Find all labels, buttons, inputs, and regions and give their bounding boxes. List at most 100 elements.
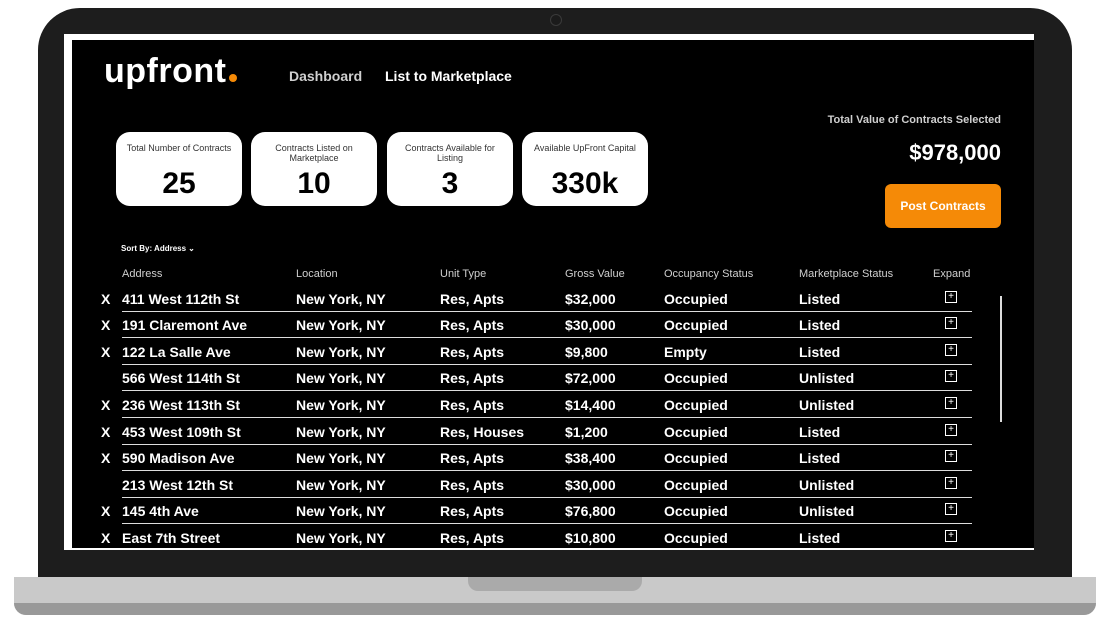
cell-unit-type: Res, Apts [440,370,505,386]
cell-occupancy: Occupied [664,424,728,440]
cell-occupancy: Occupied [664,477,728,493]
cell-marketplace: Listed [799,530,841,546]
cell-location: New York, NY [296,503,386,519]
nav-dashboard[interactable]: Dashboard [289,68,362,84]
cell-gross-value: $38,400 [565,450,616,466]
cell-gross-value: $10,800 [565,530,616,546]
expand-icon[interactable]: + [945,424,957,436]
remove-selection-button[interactable]: X [101,424,110,440]
table-row[interactable]: 566 West 114th St New York, NY Res, Apts… [122,364,972,391]
cell-marketplace: Listed [799,317,841,333]
cell-unit-type: Res, Apts [440,291,505,307]
stat-card-available-capital: Available UpFront Capital 330k [522,132,648,206]
expand-icon[interactable]: + [945,397,957,409]
table-row[interactable]: X 590 Madison Ave New York, NY Res, Apts… [101,444,972,471]
cell-marketplace: Unlisted [799,397,855,413]
nav-list-to-marketplace[interactable]: List to Marketplace [385,68,512,84]
remove-selection-button[interactable]: X [101,503,110,519]
cell-unit-type: Res, Apts [440,450,505,466]
cell-location: New York, NY [296,370,386,386]
cell-gross-value: $76,800 [565,503,616,519]
cell-occupancy: Occupied [664,291,728,307]
expand-icon[interactable]: + [945,370,957,382]
cell-unit-type: Res, Apts [440,477,505,493]
cell-unit-type: Res, Apts [440,344,505,360]
stat-label: Contracts Listed on Marketplace [275,143,353,163]
cell-marketplace: Listed [799,291,841,307]
header-occupancy-status[interactable]: Occupancy Status [664,268,753,280]
remove-selection-button[interactable]: X [101,530,110,546]
stat-label: Available UpFront Capital [534,143,636,153]
upfront-logo[interactable]: upfront [104,52,238,91]
stat-value: 10 [297,167,331,200]
cell-address: 122 La Salle Ave [122,344,231,360]
cell-address: 566 West 114th St [122,370,241,386]
cell-address: 590 Madison Ave [122,450,235,466]
table-row[interactable]: X East 7th Street New York, NY Res, Apts… [101,524,972,548]
total-value-amount: $978,000 [909,140,1001,165]
logo-dot-icon [229,74,238,82]
header-gross-value[interactable]: Gross Value [565,268,625,280]
remove-selection-button[interactable]: X [101,344,110,360]
expand-icon[interactable]: + [945,291,957,303]
cell-occupancy: Occupied [664,317,728,333]
stat-value: 330k [551,167,619,200]
remove-selection-button[interactable]: X [101,317,110,333]
cell-marketplace: Unlisted [799,370,855,386]
stat-card-available-contracts: Contracts Available for Listing 3 [387,132,513,206]
header-address[interactable]: Address [122,268,162,280]
expand-icon[interactable]: + [945,530,957,542]
cell-location: New York, NY [296,397,386,413]
cell-unit-type: Res, Apts [440,530,505,546]
stat-label: Total Number of Contracts [126,143,232,153]
cell-occupancy: Occupied [664,397,728,413]
expand-icon[interactable]: + [945,317,957,329]
cell-gross-value: $9,800 [565,344,608,360]
cell-location: New York, NY [296,424,386,440]
cell-gross-value: $72,000 [565,370,616,386]
header-location[interactable]: Location [296,268,338,280]
stat-label: Contracts Available for Listing [405,143,495,163]
cell-address: 213 West 12th St [122,477,234,493]
cell-location: New York, NY [296,317,386,333]
expand-icon[interactable]: + [945,477,957,489]
cell-marketplace: Listed [799,344,841,360]
table-row[interactable]: X 122 La Salle Ave New York, NY Res, Apt… [101,338,972,365]
table-row[interactable]: X 411 West 112th St New York, NY Res, Ap… [101,285,972,312]
sort-dropdown[interactable]: Sort By: Address ⌄ [121,244,195,253]
total-value-label: Total Value of Contracts Selected [827,114,1001,126]
cell-marketplace: Listed [799,424,841,440]
sort-label: Sort By: Address [121,244,187,253]
cell-address: 145 4th Ave [122,503,199,519]
table-row[interactable]: X 145 4th Ave New York, NY Res, Apts $76… [101,497,972,524]
expand-icon[interactable]: + [945,450,957,462]
cell-location: New York, NY [296,477,386,493]
header-unit-type[interactable]: Unit Type [440,268,486,280]
cell-location: New York, NY [296,530,386,546]
cell-occupancy: Occupied [664,370,728,386]
remove-selection-button[interactable]: X [101,450,110,466]
table-row[interactable]: 213 West 12th St New York, NY Res, Apts … [122,471,972,498]
cell-gross-value: $30,000 [565,477,616,493]
cell-occupancy: Occupied [664,450,728,466]
expand-icon[interactable]: + [945,503,957,515]
cell-marketplace: Unlisted [799,477,855,493]
remove-selection-button[interactable]: X [101,291,110,307]
cell-marketplace: Listed [799,450,841,466]
header-marketplace-status[interactable]: Marketplace Status [799,268,893,280]
stat-value: 3 [441,167,459,200]
cell-location: New York, NY [296,450,386,466]
cell-address: 191 Claremont Ave [122,317,248,333]
cell-location: New York, NY [296,344,386,360]
post-contracts-button[interactable]: Post Contracts [885,184,1001,228]
cell-unit-type: Res, Apts [440,397,505,413]
webcam-icon [550,14,562,26]
table-row[interactable]: X 236 West 113th St New York, NY Res, Ap… [101,391,972,418]
laptop-hinge [468,577,642,591]
table-row[interactable]: X 191 Claremont Ave New York, NY Res, Ap… [101,311,972,338]
remove-selection-button[interactable]: X [101,397,110,413]
chevron-down-icon: ⌄ [188,244,195,253]
table-row[interactable]: X 453 West 109th St New York, NY Res, Ho… [101,418,972,445]
table-scrollbar[interactable] [1000,296,1002,422]
expand-icon[interactable]: + [945,344,957,356]
